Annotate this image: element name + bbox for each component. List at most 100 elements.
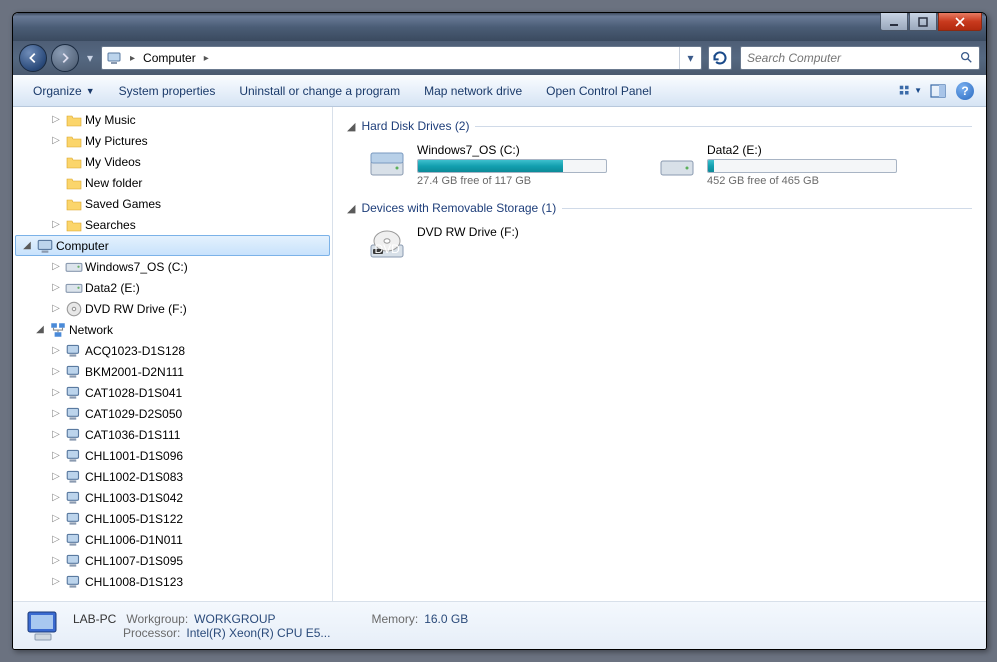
network-pc-icon: [65, 406, 83, 422]
system-properties-button[interactable]: System properties: [107, 75, 228, 106]
drive-free-text: 452 GB free of 465 GB: [707, 175, 917, 187]
tree-item-network[interactable]: ◢Network: [13, 319, 332, 340]
tree-item-network-host[interactable]: ▷ACQ1023-D1S128: [13, 340, 332, 361]
control-panel-button[interactable]: Open Control Panel: [534, 75, 663, 106]
drive-e[interactable]: Data2 (E:) 452 GB free of 465 GB: [657, 143, 917, 187]
hard-drive-icon: [657, 143, 697, 183]
tree-item-my-videos[interactable]: My Videos: [13, 151, 332, 172]
group-hard-disk-drives[interactable]: ◢ Hard Disk Drives (2): [347, 119, 972, 133]
detail-workgroup: WORKGROUP: [194, 612, 275, 626]
command-bar: Organize▼ System properties Uninstall or…: [13, 75, 986, 107]
detail-processor-label: Processor:: [123, 626, 180, 640]
collapse-arrow-icon: ◢: [347, 120, 355, 133]
network-pc-icon: [65, 448, 83, 464]
tree-item-drive-c[interactable]: ▷Windows7_OS (C:): [13, 256, 332, 277]
view-options-button[interactable]: ▼: [898, 79, 922, 103]
tree-item-network-host[interactable]: ▷CAT1036-D1S111: [13, 424, 332, 445]
tree-item-my-music[interactable]: ▷My Music: [13, 109, 332, 130]
address-bar[interactable]: ▸ Computer ▸ ▾: [101, 46, 702, 70]
tree-item-new-folder[interactable]: New folder: [13, 172, 332, 193]
tree-item-network-host[interactable]: ▷CAT1029-D2S050: [13, 403, 332, 424]
group-removable-storage[interactable]: ◢ Devices with Removable Storage (1): [347, 201, 972, 215]
tree-item-network-host[interactable]: ▷CHL1006-D1N011: [13, 529, 332, 550]
uninstall-button[interactable]: Uninstall or change a program: [227, 75, 412, 106]
tree-item-network-host[interactable]: ▷BKM2001-D2N111: [13, 361, 332, 382]
drive-f[interactable]: DVD DVD RW Drive (F:): [367, 225, 627, 265]
network-pc-icon: [65, 343, 83, 359]
titlebar: [13, 13, 986, 41]
folder-icon: [65, 196, 83, 212]
svg-text:DVD: DVD: [375, 242, 401, 256]
folder-icon: [65, 175, 83, 191]
nav-tree[interactable]: ▷My Music ▷My Pictures My Videos New fol…: [13, 107, 333, 601]
refresh-button[interactable]: [708, 46, 732, 70]
network-pc-icon: [65, 490, 83, 506]
breadcrumb-segment[interactable]: Computer: [143, 51, 196, 65]
maximize-button[interactable]: [909, 13, 937, 31]
detail-memory: 16.0 GB: [424, 612, 468, 626]
hard-drive-icon: [367, 143, 407, 183]
window-controls: [880, 13, 982, 31]
drive-free-text: 27.4 GB free of 117 GB: [417, 175, 627, 187]
address-dropdown[interactable]: ▾: [679, 47, 701, 69]
tree-item-drive-e[interactable]: ▷Data2 (E:): [13, 277, 332, 298]
dvd-icon: [65, 301, 83, 317]
search-box[interactable]: [740, 46, 980, 70]
detail-computer-name: LAB-PC: [73, 612, 116, 626]
help-button[interactable]: ?: [956, 82, 974, 100]
forward-button[interactable]: [51, 44, 79, 72]
items-view[interactable]: ◢ Hard Disk Drives (2) Windows7_OS (C:) …: [333, 107, 986, 601]
network-pc-icon: [65, 553, 83, 569]
network-pc-icon: [65, 364, 83, 380]
content-area: ▷My Music ▷My Pictures My Videos New fol…: [13, 107, 986, 601]
preview-pane-button[interactable]: [926, 79, 950, 103]
computer-icon: [36, 238, 54, 254]
navbar: ▾ ▸ Computer ▸ ▾: [13, 41, 986, 75]
detail-processor: Intel(R) Xeon(R) CPU E5...: [186, 626, 330, 640]
drive-name: Windows7_OS (C:): [417, 143, 627, 157]
tree-item-network-host[interactable]: ▷CHL1005-D1S122: [13, 508, 332, 529]
drive-icon: [65, 280, 83, 296]
dvd-drive-icon: DVD: [367, 225, 407, 265]
search-input[interactable]: [747, 51, 955, 65]
computer-icon: [106, 50, 122, 66]
chevron-right-icon[interactable]: ▸: [200, 53, 213, 64]
tree-item-network-host[interactable]: ▷CAT1028-D1S041: [13, 382, 332, 403]
tree-item-network-host[interactable]: ▷CHL1008-D1S123: [13, 571, 332, 592]
network-icon: [49, 322, 67, 338]
details-pane: LAB-PC Workgroup: WORKGROUP Memory: 16.0…: [13, 601, 986, 649]
chevron-right-icon: ▸: [126, 53, 139, 64]
network-pc-icon: [65, 385, 83, 401]
network-pc-icon: [65, 511, 83, 527]
drive-icon: [65, 259, 83, 275]
close-button[interactable]: [938, 13, 982, 31]
network-pc-icon: [65, 574, 83, 590]
network-pc-icon: [65, 427, 83, 443]
tree-item-network-host[interactable]: ▷CHL1003-D1S042: [13, 487, 332, 508]
detail-memory-label: Memory:: [372, 612, 419, 626]
drive-name: Data2 (E:): [707, 143, 917, 157]
search-icon: [959, 50, 973, 67]
back-button[interactable]: [19, 44, 47, 72]
network-pc-icon: [65, 532, 83, 548]
tree-item-my-pictures[interactable]: ▷My Pictures: [13, 130, 332, 151]
minimize-button[interactable]: [880, 13, 908, 31]
tree-item-computer[interactable]: ◢Computer: [15, 235, 330, 256]
history-dropdown[interactable]: ▾: [83, 48, 97, 68]
map-drive-button[interactable]: Map network drive: [412, 75, 534, 106]
drive-c[interactable]: Windows7_OS (C:) 27.4 GB free of 117 GB: [367, 143, 627, 187]
capacity-bar: [707, 159, 897, 173]
folder-icon: [65, 133, 83, 149]
organize-menu[interactable]: Organize▼: [21, 75, 107, 106]
collapse-arrow-icon: ◢: [347, 202, 355, 215]
tree-item-searches[interactable]: ▷Searches: [13, 214, 332, 235]
tree-item-network-host[interactable]: ▷CHL1002-D1S083: [13, 466, 332, 487]
tree-item-network-host[interactable]: ▷CHL1007-D1S095: [13, 550, 332, 571]
network-pc-icon: [65, 469, 83, 485]
explorer-window: ▾ ▸ Computer ▸ ▾ Organize▼ System proper…: [12, 12, 987, 650]
capacity-bar: [417, 159, 607, 173]
tree-item-saved-games[interactable]: Saved Games: [13, 193, 332, 214]
computer-large-icon: [23, 606, 63, 646]
tree-item-drive-f[interactable]: ▷DVD RW Drive (F:): [13, 298, 332, 319]
tree-item-network-host[interactable]: ▷CHL1001-D1S096: [13, 445, 332, 466]
